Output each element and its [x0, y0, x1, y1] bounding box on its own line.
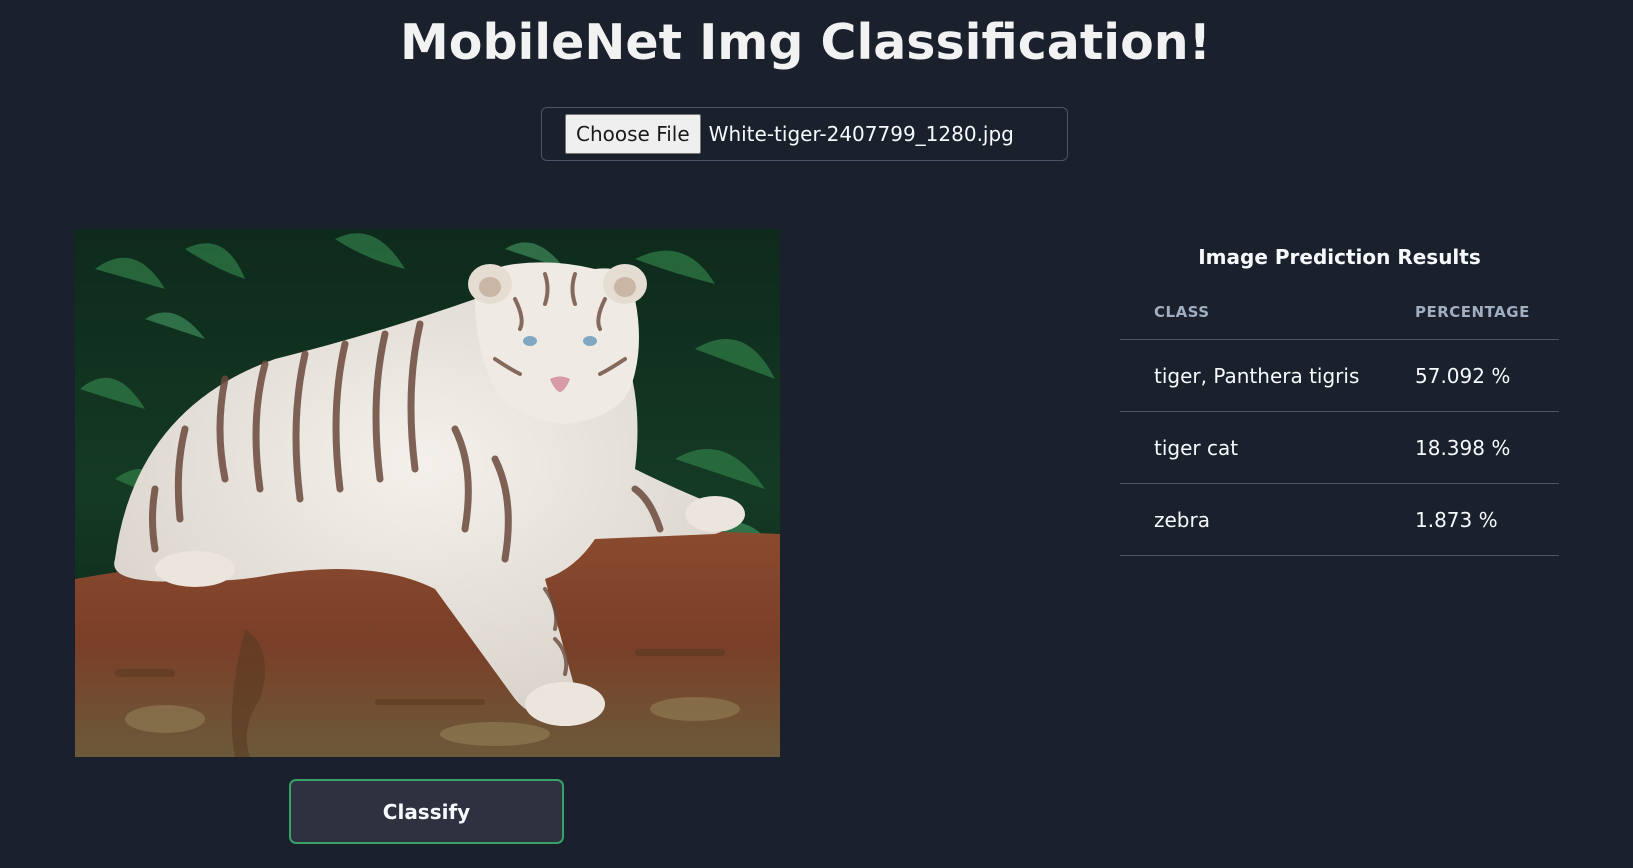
table-row: tiger, Panthera tigris 57.092 %	[1120, 339, 1559, 412]
class-cell: tiger, Panthera tigris	[1120, 339, 1381, 412]
percentage-cell: 1.873 %	[1381, 483, 1559, 556]
class-cell: zebra	[1120, 483, 1381, 556]
percentage-cell: 18.398 %	[1381, 411, 1559, 484]
table-row: tiger cat 18.398 %	[1120, 411, 1559, 484]
file-input[interactable]: Choose File White-tiger-2407799_1280.jpg	[541, 107, 1068, 161]
percentage-cell: 57.092 %	[1381, 339, 1559, 412]
tiger-photo	[75, 229, 780, 757]
image-preview	[75, 229, 780, 757]
results-caption: Image Prediction Results	[1198, 245, 1481, 269]
choose-file-button[interactable]: Choose File	[565, 114, 701, 154]
table-row: zebra 1.873 %	[1120, 483, 1559, 556]
column-header-percentage: PERCENTAGE	[1381, 284, 1559, 340]
classify-button[interactable]: Classify	[289, 779, 564, 844]
page-title: MobileNet Img Classification!	[400, 14, 1211, 71]
class-cell: tiger cat	[1120, 411, 1381, 484]
table-header-row: CLASS PERCENTAGE	[1120, 284, 1559, 340]
column-header-class: CLASS	[1120, 284, 1381, 340]
page: MobileNet Img Classification! Choose Fil…	[0, 0, 1633, 868]
prediction-results: Image Prediction Results CLASS PERCENTAG…	[1120, 244, 1559, 556]
selected-file-name: White-tiger-2407799_1280.jpg	[708, 122, 1014, 146]
prediction-table: CLASS PERCENTAGE tiger, Panthera tigris …	[1120, 284, 1559, 556]
